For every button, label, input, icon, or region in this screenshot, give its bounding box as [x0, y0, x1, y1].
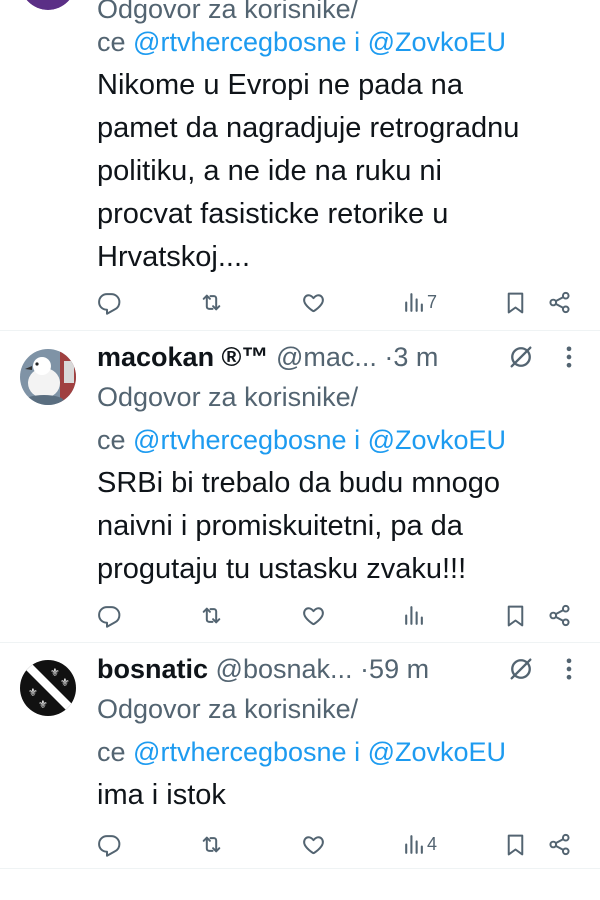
slashed-circle-icon[interactable]: [507, 343, 535, 371]
share-nodes-icon: [547, 290, 572, 315]
bar-chart-icon: [401, 290, 426, 315]
tweet-text-line: naivni i promiskuitetni, pa da: [97, 510, 463, 542]
retweet-button[interactable]: [199, 287, 224, 317]
tweet-1[interactable]: Odgovor za korisnike/ ce @rtvhercegbosne…: [0, 0, 600, 330]
retweet-arrows-icon: [199, 290, 224, 315]
like-button[interactable]: [301, 287, 326, 317]
tweet-text-line: progutaju tu ustasku zvaku!!!: [97, 553, 467, 585]
reply-context-line-1: Odgovor za korisnike/: [97, 694, 359, 724]
speech-bubble-icon: [97, 832, 122, 857]
views-button[interactable]: 4: [401, 829, 437, 859]
tweet-text-line: procvat fasisticke retorike u: [97, 198, 449, 230]
heart-outline-icon: [301, 832, 326, 857]
mention-link[interactable]: @ZovkoEU: [368, 737, 506, 767]
views-count: 7: [427, 291, 438, 312]
user-handle[interactable]: @mac...: [276, 342, 377, 372]
tweet-header: bosnatic @bosnak... ·59 m: [97, 651, 597, 687]
share-button[interactable]: [547, 829, 572, 859]
display-name[interactable]: macokan ®™: [97, 342, 268, 372]
views-count: 4: [427, 833, 438, 854]
speech-bubble-icon: [97, 290, 122, 315]
share-nodes-icon: [547, 603, 572, 628]
like-button[interactable]: [301, 600, 326, 630]
reply-context-line-2: ce @rtvhercegbosne i @ZovkoEU: [97, 419, 586, 462]
svg-text:⚜: ⚜: [60, 676, 70, 689]
retweet-arrows-icon: [199, 603, 224, 628]
retweet-arrows-icon: [199, 832, 224, 857]
avatar[interactable]: ⚜ ⚜ ⚜ ⚜: [20, 660, 76, 716]
tweet-2[interactable]: macokan ®™ @mac... ·3 m Odgovor za koris…: [0, 331, 600, 642]
tweet-text-line: Hrvatskoj....: [97, 241, 251, 273]
reply-context-prefix: ce: [97, 737, 126, 767]
views-button[interactable]: [401, 600, 427, 630]
action-bar: [0, 600, 600, 630]
mention-conjunction: i: [354, 425, 361, 455]
mention-link[interactable]: @rtvhercegbosne: [133, 425, 347, 455]
reply-context-line-1: Odgovor za korisnike/: [97, 382, 359, 412]
mention-link[interactable]: @rtvhercegbosne: [133, 27, 347, 57]
reply-button[interactable]: [97, 287, 122, 317]
timestamp[interactable]: 3 m: [393, 342, 438, 372]
tweet-text: Nikome u Evropi ne pada na pamet da nagr…: [97, 64, 586, 279]
tweet-text-line: Nikome u Evropi ne pada na: [97, 69, 463, 101]
svg-text:⚜: ⚜: [28, 686, 38, 699]
tweet-3[interactable]: ⚜ ⚜ ⚜ ⚜ bosnatic @bosnak... ·59 m Odgovor z…: [0, 643, 600, 868]
reply-button[interactable]: [97, 600, 122, 630]
vertical-dots-icon[interactable]: [555, 655, 583, 683]
bookmark-button[interactable]: [503, 287, 528, 317]
bookmark-button[interactable]: [503, 600, 528, 630]
svg-text:⚜: ⚜: [38, 698, 48, 711]
tweet-text: SRBi bi trebalo da budu mnogo naivni i p…: [97, 462, 586, 591]
retweet-button[interactable]: [199, 829, 224, 859]
tweet-text: ima i istok: [97, 774, 586, 817]
heart-outline-icon: [301, 603, 326, 628]
bookmark-icon: [503, 290, 528, 315]
tweet-text-line: pamet da nagradjuje retrogradnu: [97, 112, 520, 144]
bookmark-button[interactable]: [503, 829, 528, 859]
timestamp[interactable]: 59 m: [369, 654, 429, 684]
reply-context-line-2: ce @rtvhercegbosne i @ZovkoEU: [97, 731, 586, 774]
heart-outline-icon: [301, 290, 326, 315]
mention-link[interactable]: @ZovkoEU: [368, 425, 506, 455]
share-nodes-icon: [547, 832, 572, 857]
avatar[interactable]: [20, 349, 76, 405]
tweet-text-line: SRBi bi trebalo da budu mnogo: [97, 467, 501, 499]
reply-context-line-2: ce @rtvhercegbosne i @ZovkoEU: [97, 21, 586, 64]
display-name[interactable]: bosnatic: [97, 654, 208, 684]
tweet-header: macokan ®™ @mac... ·3 m: [97, 339, 597, 375]
svg-text:⚜: ⚜: [50, 666, 60, 679]
like-button[interactable]: [301, 829, 326, 859]
vertical-dots-icon[interactable]: [555, 343, 583, 371]
bookmark-icon: [503, 603, 528, 628]
views-button[interactable]: 7: [401, 287, 437, 317]
slashed-circle-icon[interactable]: [507, 655, 535, 683]
retweet-button[interactable]: [199, 600, 224, 630]
bar-chart-icon: [401, 603, 426, 628]
mention-conjunction: i: [354, 737, 361, 767]
reply-context-prefix: ce: [97, 425, 126, 455]
bar-chart-icon: [401, 832, 426, 857]
reply-button[interactable]: [97, 829, 122, 859]
action-bar: 7: [0, 287, 600, 317]
tweet-divider: [0, 868, 600, 869]
bookmark-icon: [503, 832, 528, 857]
reply-context-prefix: ce: [97, 27, 126, 57]
share-button[interactable]: [547, 600, 572, 630]
separator-dot: ·: [360, 654, 370, 684]
tweet-text-line: ima i istok: [97, 779, 226, 811]
share-button[interactable]: [547, 287, 572, 317]
avatar[interactable]: [20, 0, 76, 10]
mention-link[interactable]: @rtvhercegbosne: [133, 737, 347, 767]
mention-conjunction: i: [354, 27, 361, 57]
speech-bubble-icon: [97, 603, 122, 628]
mention-link[interactable]: @ZovkoEU: [368, 27, 506, 57]
tweet-text-line: politiku, a ne ide na ruku ni: [97, 155, 442, 187]
action-bar: 4: [0, 829, 600, 859]
user-handle[interactable]: @bosnak...: [216, 654, 353, 684]
